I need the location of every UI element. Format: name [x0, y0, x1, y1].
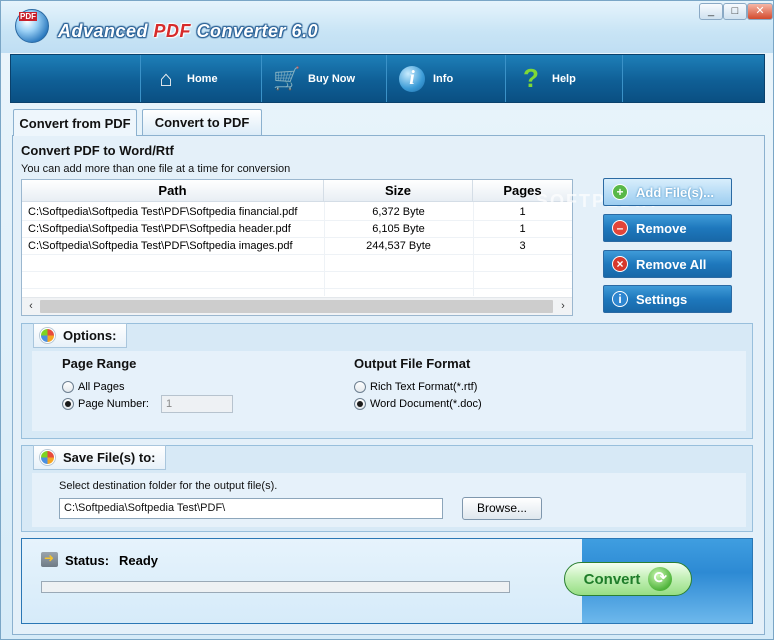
info-icon: i	[399, 65, 425, 92]
radio-button[interactable]	[354, 381, 366, 393]
maximize-button[interactable]: □	[723, 3, 747, 20]
scroll-left-icon[interactable]: ‹	[23, 299, 39, 314]
delete-icon: ×	[612, 256, 628, 272]
page-number-label: Page Number:	[78, 398, 149, 410]
toolbar-help-button[interactable]: ? Help	[505, 55, 623, 102]
close-button[interactable]: ✕	[747, 3, 773, 20]
minus-icon: –	[612, 220, 628, 236]
file-table[interactable]: Path Size Pages C:\Softpedia\Softpedia T…	[21, 179, 573, 316]
help-icon: ?	[523, 63, 539, 93]
refresh-icon: ⟳	[648, 567, 673, 591]
add-files-label: Add File(s)...	[636, 184, 714, 200]
toolbar-home-label: Home	[187, 72, 218, 85]
options-label: Options:	[63, 328, 117, 343]
scroll-right-icon[interactable]: ›	[555, 299, 571, 314]
progress-bar	[41, 581, 510, 593]
app-logo-icon	[15, 9, 49, 43]
title-bar: Advanced PDF Converter 6.0 _ □ ✕	[1, 1, 773, 53]
doc-label: Word Document(*.doc)	[370, 398, 482, 410]
scrollbar-thumb[interactable]	[40, 300, 553, 313]
convert-button[interactable]: Convert ⟳	[564, 562, 692, 596]
column-header-size[interactable]: Size	[324, 180, 473, 202]
status-value: Ready	[119, 553, 159, 568]
app-title-prefix: Advanced	[58, 21, 154, 41]
cell-size: 6,372 Byte	[372, 206, 425, 218]
settings-button[interactable]: i Settings	[603, 285, 732, 313]
table-row[interactable]: C:\Softpedia\Softpedia Test\PDF\Softpedi…	[22, 221, 572, 238]
save-label-tab: Save File(s) to:	[33, 445, 167, 470]
cell-pages: 1	[519, 223, 526, 235]
options-swirl-icon	[40, 328, 55, 343]
column-header-path[interactable]: Path	[22, 180, 324, 202]
app-title-suffix: Converter 6.0	[191, 21, 319, 41]
horizontal-scrollbar[interactable]: ‹ ›	[22, 297, 572, 315]
remove-button[interactable]: – Remove	[603, 214, 732, 242]
output-folder-input[interactable]: C:\Softpedia\Softpedia Test\PDF\	[59, 498, 443, 519]
browse-button[interactable]: Browse...	[462, 497, 542, 520]
app-title-pdf: PDF	[153, 21, 192, 41]
toolbar-buy-now-button[interactable]: 🛒 Buy Now	[261, 55, 385, 102]
cart-icon: 🛒	[273, 65, 301, 91]
radio-button[interactable]	[62, 381, 74, 393]
rtf-label: Rich Text Format(*.rtf)	[370, 381, 478, 393]
radio-button-selected[interactable]	[354, 398, 366, 410]
convert-section-note: You can add more than one file at a time…	[21, 163, 291, 175]
tab-convert-from-pdf[interactable]: Convert from PDF	[13, 109, 137, 136]
toolbar-info-label: Info	[433, 72, 454, 85]
cell-path: C:\Softpedia\Softpedia Test\PDF\Softpedi…	[28, 223, 291, 235]
table-row-empty	[22, 272, 572, 289]
page-number-input[interactable]: 1	[161, 395, 233, 413]
tab-convert-to-pdf[interactable]: Convert to PDF	[142, 109, 262, 135]
options-label-tab: Options:	[33, 323, 128, 348]
save-label: Save File(s) to:	[63, 450, 156, 465]
page-range-title: Page Range	[62, 356, 137, 371]
cell-path: C:\Softpedia\Softpedia Test\PDF\Softpedi…	[28, 206, 298, 218]
cell-size: 6,105 Byte	[372, 223, 425, 235]
doc-radio[interactable]: Word Document(*.doc)	[354, 398, 482, 410]
table-row[interactable]: C:\Softpedia\Softpedia Test\PDF\Softpedi…	[22, 238, 572, 255]
cell-pages: 3	[519, 240, 526, 252]
home-icon: ⌂	[159, 65, 173, 91]
rtf-radio[interactable]: Rich Text Format(*.rtf)	[354, 381, 477, 393]
plus-icon: +	[612, 184, 628, 200]
table-row-empty	[22, 255, 572, 272]
minimize-button[interactable]: _	[699, 3, 723, 20]
toolbar-help-label: Help	[552, 72, 576, 85]
info-icon-wrap: i	[397, 64, 427, 94]
radio-button-selected[interactable]	[62, 398, 74, 410]
convert-section-title: Convert PDF to Word/Rtf	[21, 143, 174, 158]
add-files-button[interactable]: + Add File(s)...	[603, 178, 732, 206]
output-format-title: Output File Format	[354, 356, 471, 371]
save-swirl-icon	[40, 450, 55, 465]
status-arrow-icon	[41, 551, 58, 567]
info-circle-icon: i	[612, 291, 628, 307]
toolbar: ⌂ Home 🛒 Buy Now i Info ? Help	[10, 54, 765, 103]
page-number-radio[interactable]: Page Number:	[62, 398, 149, 410]
toolbar-buy-now-label: Buy Now	[308, 72, 356, 85]
table-row[interactable]: C:\Softpedia\Softpedia Test\PDF\Softpedi…	[22, 204, 572, 221]
all-pages-label: All Pages	[78, 381, 125, 393]
app-title: Advanced PDF Converter 6.0	[58, 21, 318, 42]
cell-path: C:\Softpedia\Softpedia Test\PDF\Softpedi…	[28, 240, 293, 252]
settings-label: Settings	[636, 291, 688, 307]
toolbar-info-button[interactable]: i Info	[386, 55, 504, 102]
remove-all-label: Remove All	[636, 256, 707, 272]
app-window: Advanced PDF Converter 6.0 _ □ ✕ ⌂ Home …	[0, 0, 774, 640]
all-pages-radio[interactable]: All Pages	[62, 381, 124, 393]
status-label: Status:	[65, 553, 110, 568]
toolbar-home-button[interactable]: ⌂ Home	[140, 55, 260, 102]
save-note: Select destination folder for the output…	[59, 480, 278, 492]
convert-label: Convert	[583, 570, 641, 588]
cell-size: 244,537 Byte	[366, 240, 431, 252]
remove-label: Remove	[636, 220, 687, 236]
remove-all-button[interactable]: × Remove All	[603, 250, 732, 278]
